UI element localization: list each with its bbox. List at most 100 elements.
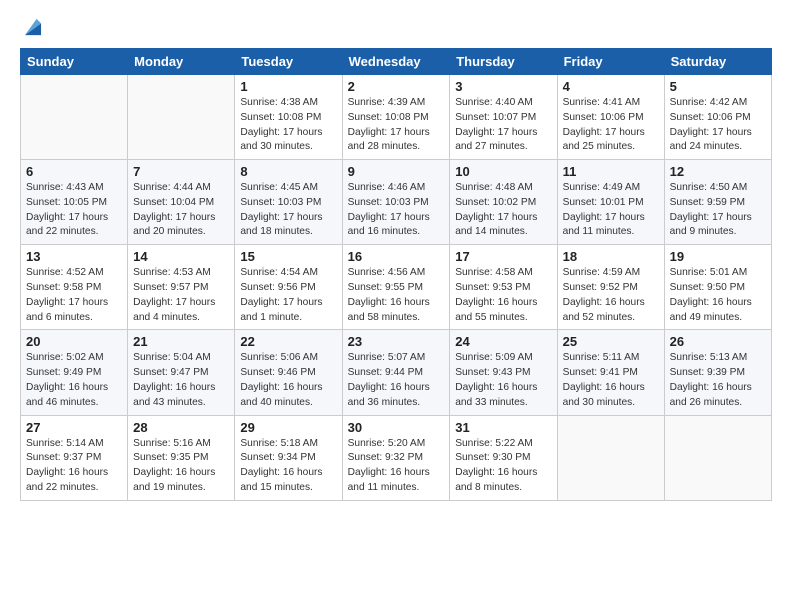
calendar-header-row: SundayMondayTuesdayWednesdayThursdayFrid…	[21, 49, 772, 75]
calendar-cell: 23 Sunrise: 5:07 AM Sunset: 9:44 PM Dayli…	[342, 330, 450, 415]
day-number: 4	[563, 79, 659, 94]
day-info: Sunrise: 4:54 AM Sunset: 9:56 PM Dayligh…	[240, 266, 336, 325]
day-number: 3	[455, 79, 551, 94]
calendar-cell: 8 Sunrise: 4:45 AM Sunset: 10:03 PM Dayli…	[235, 160, 342, 245]
day-number: 20	[26, 334, 122, 349]
calendar-cell: 29 Sunrise: 5:18 AM Sunset: 9:34 PM Dayli…	[235, 415, 342, 500]
day-number: 29	[240, 420, 336, 435]
day-number: 23	[348, 334, 445, 349]
calendar-week-3: 13 Sunrise: 4:52 AM Sunset: 9:58 PM Dayli…	[21, 245, 772, 330]
day-info: Sunrise: 4:44 AM Sunset: 10:04 PM Daylig…	[133, 181, 229, 240]
calendar-week-4: 20Sunrise: 5:02 AM Sunset: 9:49 PM Dayli…	[21, 330, 772, 415]
calendar-week-2: 6Sunrise: 4:43 AM Sunset: 10:05 PM Dayli…	[21, 160, 772, 245]
day-number: 5	[670, 79, 766, 94]
day-number: 13	[26, 249, 122, 264]
calendar-cell	[21, 75, 128, 160]
logo-icon	[22, 16, 44, 38]
calendar-cell: 30 Sunrise: 5:20 AM Sunset: 9:32 PM Dayli…	[342, 415, 450, 500]
calendar-cell: 12Sunrise: 4:50 AM Sunset: 9:59 PM Dayli…	[664, 160, 771, 245]
calendar-cell: 6Sunrise: 4:43 AM Sunset: 10:05 PM Dayli…	[21, 160, 128, 245]
day-info: Sunrise: 4:46 AM Sunset: 10:03 PM Daylig…	[348, 181, 445, 240]
calendar-cell: 24Sunrise: 5:09 AM Sunset: 9:43 PM Dayli…	[450, 330, 557, 415]
day-info: Sunrise: 4:42 AM Sunset: 10:06 PM Daylig…	[670, 96, 766, 155]
day-info: Sunrise: 4:48 AM Sunset: 10:02 PM Daylig…	[455, 181, 551, 240]
day-info: Sunrise: 4:58 AM Sunset: 9:53 PM Dayligh…	[455, 266, 551, 325]
day-number: 26	[670, 334, 766, 349]
day-info: Sunrise: 5:01 AM Sunset: 9:50 PM Dayligh…	[670, 266, 766, 325]
day-info: Sunrise: 4:52 AM Sunset: 9:58 PM Dayligh…	[26, 266, 122, 325]
page: SundayMondayTuesdayWednesdayThursdayFrid…	[0, 0, 792, 612]
logo	[20, 16, 44, 38]
calendar-header-monday: Monday	[128, 49, 235, 75]
calendar-cell: 18 Sunrise: 4:59 AM Sunset: 9:52 PM Dayli…	[557, 245, 664, 330]
day-number: 11	[563, 164, 659, 179]
day-number: 17	[455, 249, 551, 264]
day-number: 15	[240, 249, 336, 264]
day-number: 30	[348, 420, 445, 435]
calendar-cell: 10 Sunrise: 4:48 AM Sunset: 10:02 PM Dayl…	[450, 160, 557, 245]
calendar-cell: 13 Sunrise: 4:52 AM Sunset: 9:58 PM Dayli…	[21, 245, 128, 330]
day-info: Sunrise: 4:38 AM Sunset: 10:08 PM Daylig…	[240, 96, 336, 155]
header	[20, 16, 772, 38]
day-number: 16	[348, 249, 445, 264]
day-info: Sunrise: 5:13 AM Sunset: 9:39 PM Dayligh…	[670, 351, 766, 410]
day-info: Sunrise: 5:20 AM Sunset: 9:32 PM Dayligh…	[348, 437, 445, 496]
calendar-cell: 28 Sunrise: 5:16 AM Sunset: 9:35 PM Dayli…	[128, 415, 235, 500]
day-number: 21	[133, 334, 229, 349]
calendar-week-5: 27 Sunrise: 5:14 AM Sunset: 9:37 PM Dayli…	[21, 415, 772, 500]
day-info: Sunrise: 5:09 AM Sunset: 9:43 PM Dayligh…	[455, 351, 551, 410]
day-info: Sunrise: 4:41 AM Sunset: 10:06 PM Daylig…	[563, 96, 659, 155]
day-info: Sunrise: 5:11 AM Sunset: 9:41 PM Dayligh…	[563, 351, 659, 410]
day-number: 19	[670, 249, 766, 264]
day-number: 12	[670, 164, 766, 179]
day-number: 27	[26, 420, 122, 435]
calendar-cell: 20Sunrise: 5:02 AM Sunset: 9:49 PM Dayli…	[21, 330, 128, 415]
calendar-header-saturday: Saturday	[664, 49, 771, 75]
day-info: Sunrise: 4:53 AM Sunset: 9:57 PM Dayligh…	[133, 266, 229, 325]
calendar-cell: 7Sunrise: 4:44 AM Sunset: 10:04 PM Dayli…	[128, 160, 235, 245]
day-number: 2	[348, 79, 445, 94]
calendar-cell: 16Sunrise: 4:56 AM Sunset: 9:55 PM Dayli…	[342, 245, 450, 330]
day-info: Sunrise: 5:04 AM Sunset: 9:47 PM Dayligh…	[133, 351, 229, 410]
calendar-cell: 5 Sunrise: 4:42 AM Sunset: 10:06 PM Dayli…	[664, 75, 771, 160]
calendar-cell: 31 Sunrise: 5:22 AM Sunset: 9:30 PM Dayli…	[450, 415, 557, 500]
calendar-table: SundayMondayTuesdayWednesdayThursdayFrid…	[20, 48, 772, 501]
calendar-cell: 14 Sunrise: 4:53 AM Sunset: 9:57 PM Dayli…	[128, 245, 235, 330]
calendar-cell: 22 Sunrise: 5:06 AM Sunset: 9:46 PM Dayli…	[235, 330, 342, 415]
day-number: 10	[455, 164, 551, 179]
day-info: Sunrise: 4:59 AM Sunset: 9:52 PM Dayligh…	[563, 266, 659, 325]
day-info: Sunrise: 5:14 AM Sunset: 9:37 PM Dayligh…	[26, 437, 122, 496]
day-number: 1	[240, 79, 336, 94]
day-number: 31	[455, 420, 551, 435]
calendar-cell: 1 Sunrise: 4:38 AM Sunset: 10:08 PM Dayli…	[235, 75, 342, 160]
calendar-cell: 15 Sunrise: 4:54 AM Sunset: 9:56 PM Dayli…	[235, 245, 342, 330]
day-info: Sunrise: 5:06 AM Sunset: 9:46 PM Dayligh…	[240, 351, 336, 410]
day-info: Sunrise: 5:07 AM Sunset: 9:44 PM Dayligh…	[348, 351, 445, 410]
day-info: Sunrise: 4:45 AM Sunset: 10:03 PM Daylig…	[240, 181, 336, 240]
calendar-header-wednesday: Wednesday	[342, 49, 450, 75]
calendar-cell: 19 Sunrise: 5:01 AM Sunset: 9:50 PM Dayli…	[664, 245, 771, 330]
day-number: 28	[133, 420, 229, 435]
day-number: 8	[240, 164, 336, 179]
calendar-cell: 21 Sunrise: 5:04 AM Sunset: 9:47 PM Dayli…	[128, 330, 235, 415]
day-info: Sunrise: 4:43 AM Sunset: 10:05 PM Daylig…	[26, 181, 122, 240]
calendar-cell	[557, 415, 664, 500]
calendar-week-1: 1 Sunrise: 4:38 AM Sunset: 10:08 PM Dayli…	[21, 75, 772, 160]
day-info: Sunrise: 5:16 AM Sunset: 9:35 PM Dayligh…	[133, 437, 229, 496]
day-info: Sunrise: 5:18 AM Sunset: 9:34 PM Dayligh…	[240, 437, 336, 496]
day-number: 18	[563, 249, 659, 264]
calendar-header-friday: Friday	[557, 49, 664, 75]
calendar-cell: 2 Sunrise: 4:39 AM Sunset: 10:08 PM Dayli…	[342, 75, 450, 160]
day-number: 22	[240, 334, 336, 349]
day-number: 25	[563, 334, 659, 349]
calendar-cell: 26 Sunrise: 5:13 AM Sunset: 9:39 PM Dayli…	[664, 330, 771, 415]
day-number: 9	[348, 164, 445, 179]
day-info: Sunrise: 5:22 AM Sunset: 9:30 PM Dayligh…	[455, 437, 551, 496]
day-number: 14	[133, 249, 229, 264]
calendar-header-sunday: Sunday	[21, 49, 128, 75]
day-info: Sunrise: 4:39 AM Sunset: 10:08 PM Daylig…	[348, 96, 445, 155]
calendar-header-tuesday: Tuesday	[235, 49, 342, 75]
calendar-cell	[664, 415, 771, 500]
calendar-cell: 11Sunrise: 4:49 AM Sunset: 10:01 PM Dayl…	[557, 160, 664, 245]
day-info: Sunrise: 4:40 AM Sunset: 10:07 PM Daylig…	[455, 96, 551, 155]
